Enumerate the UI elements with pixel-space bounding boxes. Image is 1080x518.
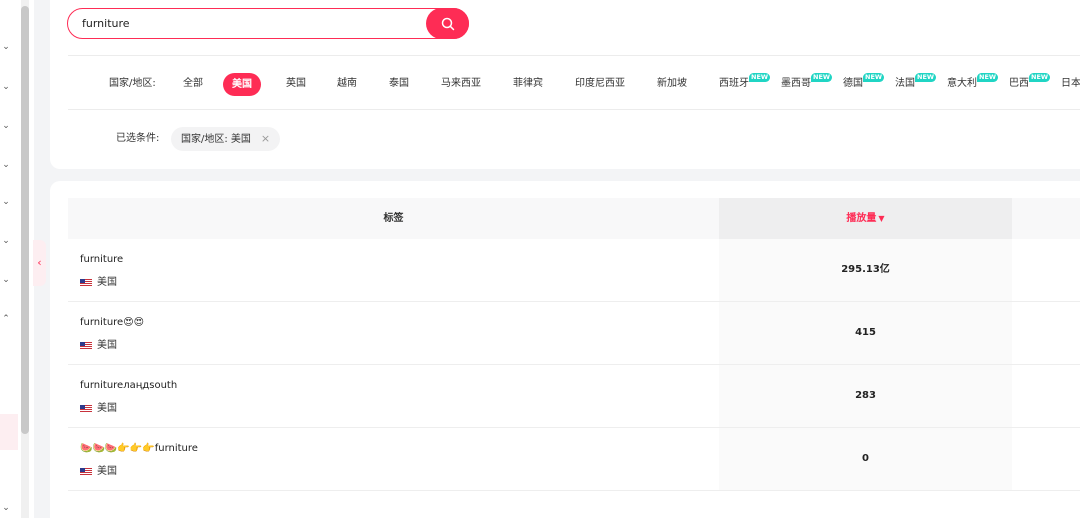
table-row[interactable]: furniture😍😍 美国 415 [68, 302, 1080, 365]
new-badge: NEW [977, 73, 999, 82]
column-header-views-label: 播放量 [846, 213, 877, 224]
region-option-all[interactable]: 全部 [183, 76, 203, 92]
region-option-uk[interactable]: 英国 [286, 76, 306, 92]
column-header-views[interactable]: 播放量 ▼ [719, 198, 1012, 239]
region-option-italy[interactable]: 意大利 NEW [947, 73, 999, 92]
chevron-up-icon[interactable]: ⌃ [0, 314, 12, 324]
tag-country: 美国 [80, 402, 117, 416]
tag-country: 美国 [80, 276, 117, 290]
us-flag-icon [80, 342, 92, 350]
us-flag-icon [80, 468, 92, 476]
divider [68, 55, 1080, 56]
region-option-label: 法国 [895, 78, 915, 89]
region-option-germany[interactable]: 德国 NEW [843, 73, 885, 92]
new-badge: NEW [749, 73, 771, 82]
chevron-down-icon[interactable]: ⌄ [0, 197, 12, 207]
divider [68, 109, 1080, 110]
collapse-sidebar-button[interactable]: ‹ [33, 240, 46, 286]
new-badge: NEW [915, 73, 937, 82]
region-option-label: 巴西 [1009, 78, 1029, 89]
search-icon [441, 17, 454, 30]
views-value: 295.13亿 [841, 264, 890, 275]
tag-country: 美国 [80, 465, 117, 479]
region-option-label: 西班牙 [719, 78, 749, 89]
country-label: 美国 [97, 403, 117, 414]
region-option-label: 墨西哥 [781, 78, 811, 89]
new-badge: NEW [863, 73, 885, 82]
selected-conditions-label: 已选条件: [116, 133, 160, 144]
region-option-singapore[interactable]: 新加坡 [657, 76, 687, 92]
tag-name[interactable]: furniture [80, 253, 123, 267]
sidebar-active-highlight [0, 414, 18, 450]
filter-card: furniture 国家/地区: 全部 美国 英国 越南 泰国 马来西亚 菲律宾… [50, 0, 1080, 169]
chip-label: 国家/地区: 美国 [181, 134, 251, 145]
views-value: 415 [855, 327, 876, 338]
chevron-down-icon[interactable]: ⌄ [0, 42, 12, 52]
new-badge: NEW [1029, 73, 1051, 82]
region-option-japan[interactable]: 日本 [1061, 76, 1080, 92]
us-flag-icon [80, 405, 92, 413]
region-option-philippines[interactable]: 菲律宾 [513, 76, 543, 92]
search-button[interactable] [426, 8, 469, 39]
region-option-label: 德国 [843, 78, 863, 89]
views-value: 0 [862, 453, 869, 464]
chevron-down-icon[interactable]: ⌄ [0, 121, 12, 131]
region-option-indonesia[interactable]: 印度尼西亚 [575, 76, 625, 92]
sort-desc-icon[interactable]: ▼ [878, 214, 884, 223]
chevron-down-icon[interactable]: ⌄ [0, 82, 12, 92]
table-row[interactable]: furnitureлаңдsouth 美国 283 [68, 365, 1080, 428]
tag-name[interactable]: furnitureлаңдsouth [80, 379, 177, 393]
chevron-down-icon[interactable]: ⌄ [0, 503, 12, 513]
region-filter-label: 国家/地区: [109, 78, 156, 89]
search-input[interactable]: furniture [67, 8, 469, 39]
country-label: 美国 [97, 340, 117, 351]
table-header: 标签 播放量 ▼ [68, 198, 1080, 239]
region-option-thailand[interactable]: 泰国 [389, 76, 409, 92]
sidebar: ⌄ ⌄ ⌄ ⌄ ⌄ ⌄ ⌄ ⌃ ⌄ [0, 0, 34, 518]
region-option-us[interactable]: 美国 [223, 73, 261, 96]
region-option-mexico[interactable]: 墨西哥 NEW [781, 73, 833, 92]
region-option-brazil[interactable]: 巴西 NEW [1009, 73, 1051, 92]
close-icon[interactable]: × [261, 132, 270, 145]
tag-country: 美国 [80, 339, 117, 353]
tag-name[interactable]: furniture😍😍 [80, 316, 144, 330]
country-label: 美国 [97, 466, 117, 477]
results-table: 标签 播放量 ▼ furniture 美国 295.13亿 furniture😍😍… [50, 181, 1080, 518]
chevron-down-icon[interactable]: ⌄ [0, 275, 12, 285]
chevron-down-icon[interactable]: ⌄ [0, 236, 12, 246]
scrollbar-thumb[interactable] [21, 6, 29, 434]
region-option-malaysia[interactable]: 马来西亚 [441, 76, 481, 92]
region-option-vietnam[interactable]: 越南 [337, 76, 357, 92]
views-value: 283 [855, 390, 876, 401]
column-header-tag: 标签 [383, 213, 404, 224]
new-badge: NEW [811, 73, 833, 82]
us-flag-icon [80, 279, 92, 287]
country-label: 美国 [97, 277, 117, 288]
region-option-france[interactable]: 法国 NEW [895, 73, 937, 92]
search-input-value[interactable]: furniture [82, 9, 130, 38]
selected-condition-chip: 国家/地区: 美国 × [171, 127, 281, 151]
chevron-down-icon[interactable]: ⌄ [0, 160, 12, 170]
region-option-spain[interactable]: 西班牙 NEW [719, 73, 771, 92]
region-option-label: 意大利 [947, 78, 977, 89]
tag-name[interactable]: 🍉🍉🍉👉👉👉furniture [80, 442, 198, 456]
table-row[interactable]: furniture 美国 295.13亿 [68, 239, 1080, 302]
table-row[interactable]: 🍉🍉🍉👉👉👉furniture 美国 0 [68, 428, 1080, 491]
